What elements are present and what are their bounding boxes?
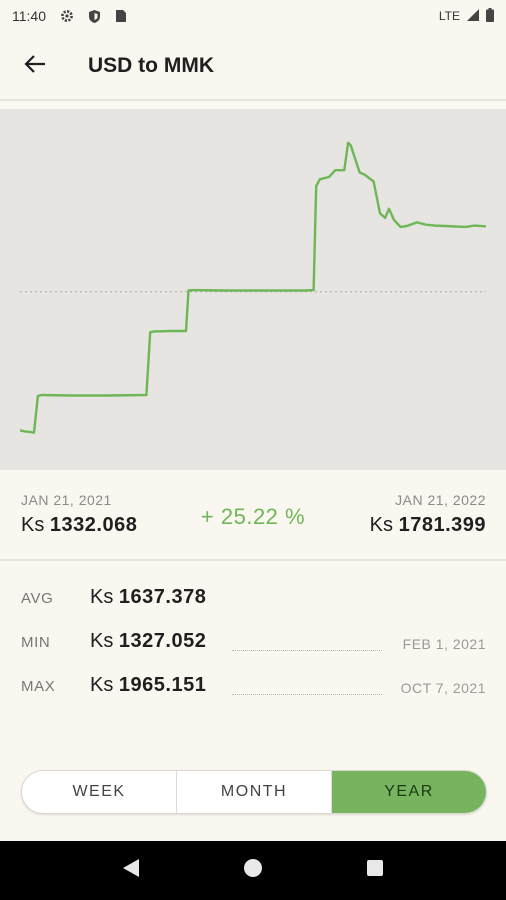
stat-row-max: MAX Ks 1965.151 OCT 7, 2021 [0,666,506,706]
rate-chart[interactable] [0,109,506,470]
stat-value: Ks 1637.378 [90,586,206,609]
status-time: 11:40 [12,8,46,24]
end-date: JAN 21, 2022 [395,492,486,508]
back-button[interactable] [0,32,70,100]
stat-label: AVG [21,590,54,607]
status-bar: 11:40 LTE [0,0,506,32]
end-rate: Ks 1781.399 [370,514,486,537]
nav-back-button[interactable] [101,846,161,896]
stat-number: 1637.378 [118,586,207,608]
stat-value: Ks 1965.151 [90,674,206,697]
network-label: LTE [438,9,460,23]
stat-number: 1965.151 [118,674,207,696]
rate-chart-svg [19,141,487,434]
range-month-button[interactable]: MONTH [176,771,331,813]
signal-icon [466,8,480,25]
nav-recents-button[interactable] [345,846,405,896]
page-title: USD to MMK [88,54,214,77]
summary-divider [0,559,506,561]
status-right: LTE [433,7,494,25]
app-bar: USD to MMK [0,32,506,100]
shield-icon [85,7,103,25]
nav-home-button[interactable] [223,846,283,896]
end-currency: Ks [369,514,394,536]
stat-row-min: MIN Ks 1327.052 FEB 1, 2021 [0,622,506,662]
stat-value: Ks 1327.052 [90,630,206,653]
circle-home-icon [243,858,263,883]
dotted-leader [232,650,382,651]
stat-date: OCT 7, 2021 [400,680,486,696]
gear-icon [58,7,76,25]
sim-card-icon [112,7,130,25]
stat-date: FEB 1, 2021 [402,636,486,652]
system-nav-bar [0,841,506,900]
range-toggle: WEEK MONTH YEAR [21,770,487,814]
stat-number: 1327.052 [118,630,207,652]
stat-row-avg: AVG Ks 1637.378 [0,578,506,618]
stat-label: MIN [21,634,51,651]
end-value: 1781.399 [398,514,486,536]
period-summary: JAN 21, 2021 Ks 1332.068 + 25.22 % JAN 2… [0,470,506,560]
arrow-left-icon [24,54,46,79]
app-bar-divider [0,99,506,101]
stat-currency: Ks [90,630,114,652]
square-recents-icon [366,859,384,882]
battery-icon [486,7,494,25]
stat-label: MAX [21,678,56,695]
series-line [19,141,487,434]
stat-currency: Ks [90,674,114,696]
range-week-button[interactable]: WEEK [22,771,176,813]
range-year-button[interactable]: YEAR [331,771,486,813]
stat-currency: Ks [90,586,114,608]
dotted-leader [232,694,382,695]
triangle-back-icon [122,858,140,883]
